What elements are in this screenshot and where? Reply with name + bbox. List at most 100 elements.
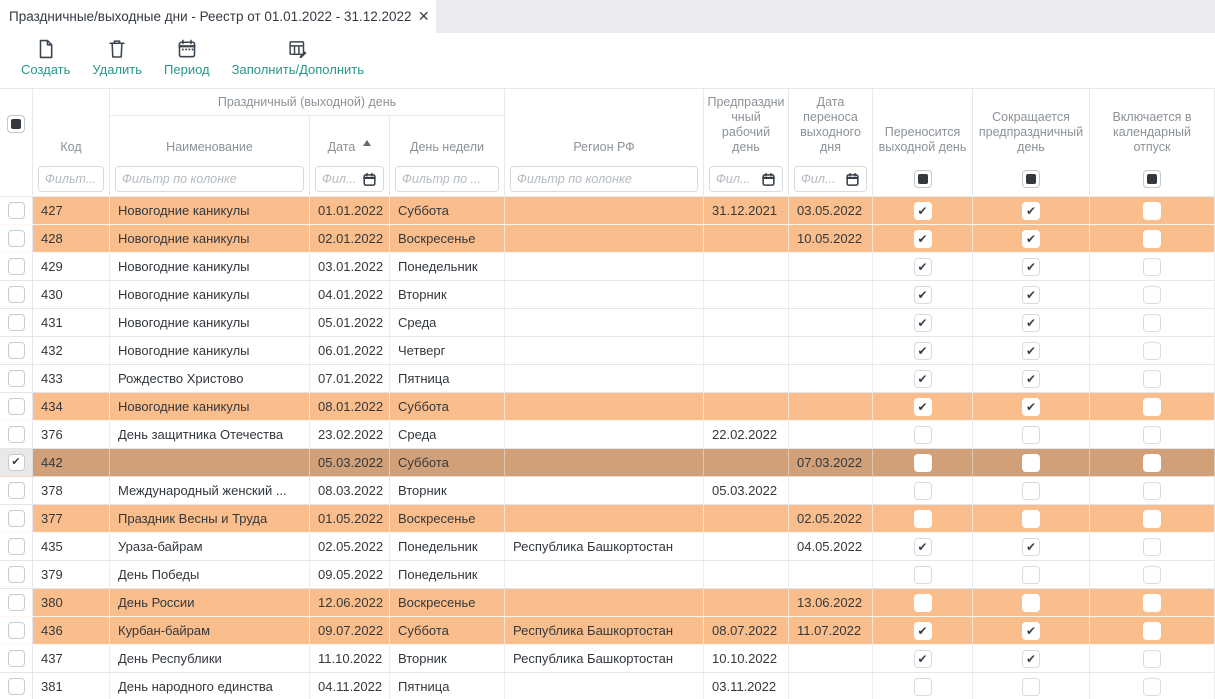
column-header-preholiday[interactable]: Предпраздничный рабочий день bbox=[704, 89, 789, 162]
cell-code[interactable]: 380 bbox=[33, 589, 110, 616]
cell-region[interactable] bbox=[505, 477, 704, 504]
cell-transfer-date[interactable]: 07.03.2022 bbox=[789, 449, 873, 476]
cell-date[interactable]: 04.11.2022 bbox=[310, 673, 390, 699]
row-select-cell[interactable] bbox=[0, 449, 33, 476]
cell-preholiday-workday[interactable]: 22.02.2022 bbox=[704, 421, 789, 448]
shortens-preholiday-checkbox[interactable] bbox=[1022, 650, 1040, 668]
table-row[interactable]: 437 День Республики 11.10.2022 Вторник Р… bbox=[0, 645, 1215, 673]
column-header-code[interactable]: Код bbox=[33, 89, 110, 162]
cell-transfer-date[interactable] bbox=[789, 365, 873, 392]
filter-vacation-checkbox[interactable] bbox=[1143, 170, 1161, 188]
cell-region[interactable] bbox=[505, 673, 704, 699]
cell-preholiday-workday[interactable] bbox=[704, 225, 789, 252]
cell-weekday[interactable]: Вторник bbox=[390, 645, 505, 672]
cell-transfer-date[interactable] bbox=[789, 309, 873, 336]
row-checkbox[interactable] bbox=[8, 510, 25, 527]
cell-code[interactable]: 436 bbox=[33, 617, 110, 644]
row-checkbox[interactable] bbox=[8, 650, 25, 667]
transfers-day-off-checkbox[interactable] bbox=[914, 202, 932, 220]
transfers-day-off-checkbox[interactable] bbox=[914, 370, 932, 388]
tab-holidays-register[interactable]: Праздничные/выходные дни - Реестр от 01.… bbox=[0, 0, 436, 33]
cell-region[interactable] bbox=[505, 309, 704, 336]
row-checkbox[interactable] bbox=[8, 482, 25, 499]
cell-region[interactable] bbox=[505, 253, 704, 280]
row-select-cell[interactable] bbox=[0, 505, 33, 532]
row-select-cell[interactable] bbox=[0, 561, 33, 588]
in-vacation-checkbox[interactable] bbox=[1143, 398, 1161, 416]
select-all-checkbox[interactable] bbox=[7, 115, 25, 133]
cell-code[interactable]: 427 bbox=[33, 197, 110, 224]
transfers-day-off-checkbox[interactable] bbox=[914, 454, 932, 472]
shortens-preholiday-checkbox[interactable] bbox=[1022, 230, 1040, 248]
cell-preholiday-workday[interactable] bbox=[704, 253, 789, 280]
in-vacation-checkbox[interactable] bbox=[1143, 314, 1161, 332]
shortens-preholiday-checkbox[interactable] bbox=[1022, 286, 1040, 304]
cell-preholiday-workday[interactable] bbox=[704, 533, 789, 560]
row-select-cell[interactable] bbox=[0, 673, 33, 699]
cell-code[interactable]: 377 bbox=[33, 505, 110, 532]
cell-weekday[interactable]: Воскресенье bbox=[390, 589, 505, 616]
cell-transfer-date[interactable] bbox=[789, 421, 873, 448]
cell-code[interactable]: 381 bbox=[33, 673, 110, 699]
table-row[interactable]: 435 Ураза-байрам 02.05.2022 Понедельник … bbox=[0, 533, 1215, 561]
in-vacation-checkbox[interactable] bbox=[1143, 482, 1161, 500]
table-row[interactable]: 429 Новогодние каникулы 03.01.2022 Понед… bbox=[0, 253, 1215, 281]
cell-preholiday-workday[interactable] bbox=[704, 309, 789, 336]
cell-date[interactable]: 02.01.2022 bbox=[310, 225, 390, 252]
in-vacation-checkbox[interactable] bbox=[1143, 370, 1161, 388]
in-vacation-checkbox[interactable] bbox=[1143, 566, 1161, 584]
column-header-in-vacation[interactable]: Включается в календарный отпуск bbox=[1090, 89, 1215, 162]
cell-weekday[interactable]: Пятница bbox=[390, 673, 505, 699]
in-vacation-checkbox[interactable] bbox=[1143, 286, 1161, 304]
cell-name[interactable]: Рождество Христово bbox=[110, 365, 310, 392]
row-select-cell[interactable] bbox=[0, 225, 33, 252]
cell-preholiday-workday[interactable] bbox=[704, 365, 789, 392]
cell-date[interactable]: 03.01.2022 bbox=[310, 253, 390, 280]
cell-preholiday-workday[interactable] bbox=[704, 337, 789, 364]
cell-weekday[interactable]: Суббота bbox=[390, 449, 505, 476]
cell-name[interactable]: Новогодние каникулы bbox=[110, 309, 310, 336]
cell-region[interactable] bbox=[505, 225, 704, 252]
table-row[interactable]: 378 Международный женский ... 08.03.2022… bbox=[0, 477, 1215, 505]
cell-name[interactable]: День защитника Отечества bbox=[110, 421, 310, 448]
cell-weekday[interactable]: Суббота bbox=[390, 197, 505, 224]
column-header-weekday[interactable]: День недели bbox=[390, 116, 505, 162]
column-header-region[interactable]: Регион РФ bbox=[505, 89, 704, 162]
filter-date-input[interactable] bbox=[322, 172, 360, 186]
transfers-day-off-checkbox[interactable] bbox=[914, 510, 932, 528]
cell-date[interactable]: 01.01.2022 bbox=[310, 197, 390, 224]
transfers-day-off-checkbox[interactable] bbox=[914, 286, 932, 304]
cell-code[interactable]: 434 bbox=[33, 393, 110, 420]
cell-weekday[interactable]: Понедельник bbox=[390, 533, 505, 560]
row-select-cell[interactable] bbox=[0, 309, 33, 336]
table-row[interactable]: 376 День защитника Отечества 23.02.2022 … bbox=[0, 421, 1215, 449]
row-select-cell[interactable] bbox=[0, 477, 33, 504]
cell-date[interactable]: 06.01.2022 bbox=[310, 337, 390, 364]
cell-code[interactable]: 376 bbox=[33, 421, 110, 448]
row-select-cell[interactable] bbox=[0, 365, 33, 392]
filter-shortens-checkbox[interactable] bbox=[1022, 170, 1040, 188]
row-select-cell[interactable] bbox=[0, 337, 33, 364]
cell-region[interactable] bbox=[505, 365, 704, 392]
row-checkbox[interactable] bbox=[8, 202, 25, 219]
row-checkbox[interactable] bbox=[8, 594, 25, 611]
cell-date[interactable]: 08.03.2022 bbox=[310, 477, 390, 504]
cell-transfer-date[interactable] bbox=[789, 477, 873, 504]
cell-code[interactable]: 430 bbox=[33, 281, 110, 308]
cell-code[interactable]: 378 bbox=[33, 477, 110, 504]
cell-region[interactable] bbox=[505, 421, 704, 448]
cell-region[interactable] bbox=[505, 197, 704, 224]
row-checkbox[interactable] bbox=[8, 426, 25, 443]
column-header-transfers-day-off[interactable]: Переносится выходной день bbox=[873, 89, 973, 162]
row-checkbox[interactable] bbox=[8, 314, 25, 331]
cell-date[interactable]: 09.05.2022 bbox=[310, 561, 390, 588]
shortens-preholiday-checkbox[interactable] bbox=[1022, 482, 1040, 500]
row-checkbox[interactable] bbox=[8, 566, 25, 583]
row-checkbox[interactable] bbox=[8, 454, 25, 471]
cell-region[interactable] bbox=[505, 393, 704, 420]
cell-preholiday-workday[interactable] bbox=[704, 393, 789, 420]
cell-weekday[interactable]: Понедельник bbox=[390, 561, 505, 588]
shortens-preholiday-checkbox[interactable] bbox=[1022, 454, 1040, 472]
table-row[interactable]: 380 День России 12.06.2022 Воскресенье 1… bbox=[0, 589, 1215, 617]
filter-transfers-checkbox[interactable] bbox=[914, 170, 932, 188]
